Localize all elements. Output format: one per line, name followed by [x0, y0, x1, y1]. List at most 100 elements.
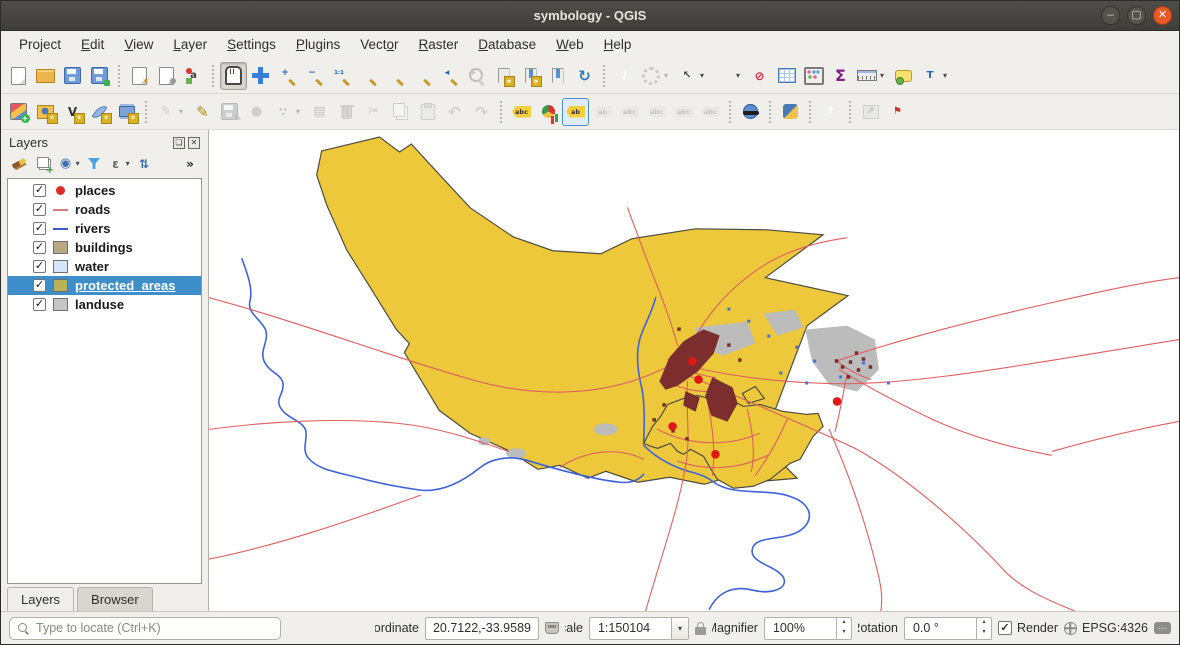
help-contents-button[interactable]: ? — [817, 98, 844, 126]
lock-scale-icon[interactable] — [695, 627, 706, 635]
crs-indicator[interactable]: EPSG:4326 — [1064, 621, 1148, 635]
menu-plugins[interactable]: Plugins — [286, 33, 350, 56]
pin-labels-button[interactable]: ab — [562, 98, 589, 126]
menu-web[interactable]: Web — [546, 33, 594, 56]
locate-search[interactable]: Type to locate (Ctrl+K) — [9, 617, 281, 640]
new-geopackage-layer-button[interactable] — [32, 98, 59, 126]
layer-checkbox[interactable]: ✓ — [33, 298, 46, 311]
coordinate-input[interactable]: 20.7122,-33.9589 — [425, 617, 539, 640]
manage-map-themes-button[interactable]: ◉▾ — [57, 153, 81, 174]
show-layout-manager-button[interactable] — [153, 62, 180, 90]
tab-layers[interactable]: Layers — [7, 587, 74, 611]
zoom-to-selection-button[interactable] — [382, 62, 409, 90]
minimize-icon[interactable]: – — [1101, 6, 1120, 25]
layer-checkbox[interactable]: ✓ — [33, 260, 46, 273]
maximize-icon[interactable]: ▢ — [1127, 6, 1146, 25]
menu-project[interactable]: Project — [9, 33, 71, 56]
layer-labeling-options-button[interactable]: abc — [508, 98, 535, 126]
layer-diagram-options-button[interactable] — [535, 98, 562, 126]
spin-up-icon[interactable] — [837, 618, 851, 629]
zoom-out-button[interactable]: − — [301, 62, 328, 90]
zoom-native-button[interactable]: 1:1 — [328, 62, 355, 90]
layer-item-buildings[interactable]: ✓buildings — [8, 238, 201, 257]
select-features-button[interactable]: ↖▾ — [674, 62, 710, 90]
open-project-button[interactable] — [32, 62, 59, 90]
scale-dropdown-icon[interactable] — [671, 618, 688, 639]
layer-item-protected_areas[interactable]: ✓protected_areas — [8, 276, 201, 295]
close-icon[interactable]: ✕ — [1153, 6, 1172, 25]
spin-down-icon[interactable] — [977, 628, 991, 639]
zoom-full-button[interactable] — [355, 62, 382, 90]
toggle-editing-button[interactable]: ✎ — [189, 98, 216, 126]
open-layer-styling-button[interactable] — [7, 153, 31, 174]
open-layer-styling-icon — [9, 154, 29, 174]
field-calculator-button[interactable] — [800, 62, 827, 90]
magnifier-spinner[interactable]: 100% — [764, 617, 852, 640]
osm-edit-button[interactable]: ⚑ — [884, 98, 911, 126]
panel-overflow-button[interactable]: » — [178, 153, 202, 174]
new-print-layout-button[interactable] — [126, 62, 153, 90]
python-console-button[interactable] — [777, 98, 804, 126]
layer-checkbox[interactable]: ✓ — [33, 279, 46, 292]
map-canvas[interactable] — [208, 130, 1179, 611]
layer-item-places[interactable]: ✓places — [8, 181, 201, 200]
zoom-to-layer-button[interactable] — [409, 62, 436, 90]
metasearch-button[interactable] — [737, 98, 764, 126]
menu-database[interactable]: Database — [468, 33, 546, 56]
layer-checkbox[interactable]: ✓ — [33, 222, 46, 235]
menu-view[interactable]: View — [114, 33, 163, 56]
menu-vector[interactable]: Vector — [350, 33, 408, 56]
refresh-button[interactable]: ↻ — [571, 62, 598, 90]
zoom-last-button[interactable]: ◂ — [436, 62, 463, 90]
layer-item-roads[interactable]: ✓roads — [8, 200, 201, 219]
layer-checkbox[interactable]: ✓ — [33, 203, 46, 216]
save-project-as-button[interactable] — [86, 62, 113, 90]
new-spatialite-layer-button[interactable] — [86, 98, 113, 126]
statistical-summary-button[interactable]: Σ — [827, 62, 854, 90]
filter-legend-expression-button[interactable]: ε▾ — [107, 153, 131, 174]
new-spatial-bookmark-button[interactable] — [490, 62, 517, 90]
title-bar[interactable]: symbology - QGIS – ▢ ✕ — [1, 1, 1179, 31]
new-shapefile-layer-button[interactable]: V — [59, 98, 86, 126]
identify-features-button[interactable]: i — [611, 62, 638, 90]
menu-help[interactable]: Help — [594, 33, 642, 56]
tab-browser[interactable]: Browser — [77, 587, 153, 611]
new-virtual-layer-button[interactable] — [113, 98, 140, 126]
layer-item-rivers[interactable]: ✓rivers — [8, 219, 201, 238]
save-project-button[interactable] — [59, 62, 86, 90]
menu-raster[interactable]: Raster — [409, 33, 469, 56]
rotation-spinner[interactable]: 0.0 ° — [904, 617, 992, 640]
layer-item-water[interactable]: ✓water — [8, 257, 201, 276]
extents-icon[interactable] — [545, 622, 559, 634]
menu-settings[interactable]: Settings — [217, 33, 286, 56]
zoom-in-button[interactable]: + — [274, 62, 301, 90]
layer-checkbox[interactable]: ✓ — [33, 184, 46, 197]
text-annotation-button[interactable]: T▾ — [917, 62, 953, 90]
scale-combo[interactable]: 1:150104 — [589, 617, 689, 640]
data-source-manager-button[interactable] — [5, 98, 32, 126]
pan-to-selection-button[interactable] — [247, 62, 274, 90]
render-checkbox[interactable] — [998, 621, 1012, 635]
messages-icon[interactable] — [1154, 622, 1171, 634]
menu-edit[interactable]: Edit — [71, 33, 114, 56]
close-panel-icon[interactable]: ✕ — [188, 137, 200, 149]
spin-down-icon[interactable] — [837, 628, 851, 639]
measure-button[interactable]: ▾ — [854, 62, 890, 90]
layer-item-landuse[interactable]: ✓landuse — [8, 295, 201, 314]
bookmark-manager-button[interactable] — [544, 62, 571, 90]
show-spatial-bookmarks-button[interactable] — [517, 62, 544, 90]
open-attribute-table-button[interactable] — [773, 62, 800, 90]
menu-layer[interactable]: Layer — [163, 33, 217, 56]
float-panel-icon[interactable]: ❏ — [173, 137, 185, 149]
layer-checkbox[interactable]: ✓ — [33, 241, 46, 254]
spin-up-icon[interactable] — [977, 618, 991, 629]
filter-legend-button[interactable] — [82, 153, 106, 174]
expand-collapse-layers-button[interactable]: ⇅ — [132, 153, 156, 174]
deselect-features-button[interactable]: ⊘ — [746, 62, 773, 90]
select-by-form-button[interactable]: ▾ — [710, 62, 746, 90]
add-group-button[interactable] — [32, 153, 56, 174]
map-tips-button[interactable] — [890, 62, 917, 90]
pan-map-button[interactable] — [220, 62, 247, 90]
style-manager-button[interactable]: a — [180, 62, 207, 90]
new-project-button[interactable] — [5, 62, 32, 90]
